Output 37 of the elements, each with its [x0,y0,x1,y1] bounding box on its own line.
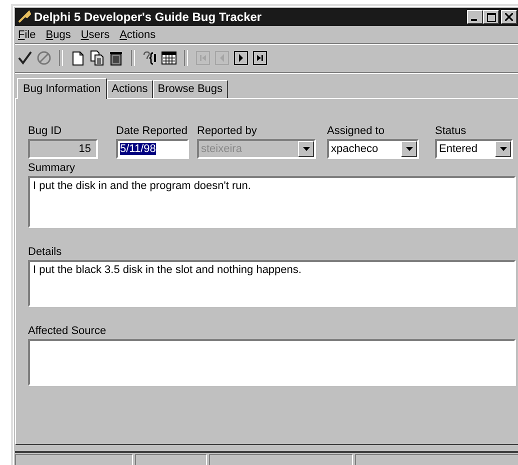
memo-field[interactable]: I put the black 3.5 disk in the slot and nothing happens. [28,260,516,307]
field-label: Bug ID [28,125,63,137]
close-icon [505,13,513,21]
menu-item[interactable]: Bugs [44,29,72,41]
calendar-button[interactable] [161,49,177,67]
dropdown-field[interactable]: Entered [435,139,513,159]
memo-label: Details [28,246,63,258]
field-label: Reported by [197,125,258,137]
tab[interactable]: Bug Information [17,78,107,99]
help-button[interactable] [142,49,158,67]
memo-label: Affected Source [28,325,108,337]
field-label: Date Reported [116,125,189,137]
wrench-icon [17,10,31,24]
last-button[interactable] [252,49,268,67]
menu-item[interactable]: File [17,29,37,41]
close-button[interactable] [501,10,517,24]
menu-item[interactable]: Users [80,29,111,41]
bug-id-field: 15 [28,139,98,159]
tab[interactable]: Browse Bugs [152,80,228,98]
next-button[interactable] [233,49,249,67]
memo-label: Summary [28,162,76,174]
field-label: Status [435,125,468,137]
maximize-icon [486,12,496,22]
window-title: Delphi 5 Developer's Guide Bug Tracker [34,10,262,24]
field-label: Assigned to [327,125,386,137]
check-button[interactable] [17,49,33,67]
copy-button[interactable] [89,49,105,67]
maximize-button[interactable] [483,10,499,24]
new-button[interactable] [70,49,86,67]
delete-button[interactable] [108,49,124,67]
tab[interactable]: Actions [106,80,153,98]
memo-field[interactable] [28,339,516,386]
memo-field[interactable]: I put the disk in and the program doesn't run. [28,176,516,228]
menu-item[interactable]: Actions [118,29,157,41]
dropdown-field[interactable]: xpacheco [327,139,419,159]
date-field[interactable]: 5/11/98 [116,139,189,159]
minimize-button[interactable] [467,10,483,24]
